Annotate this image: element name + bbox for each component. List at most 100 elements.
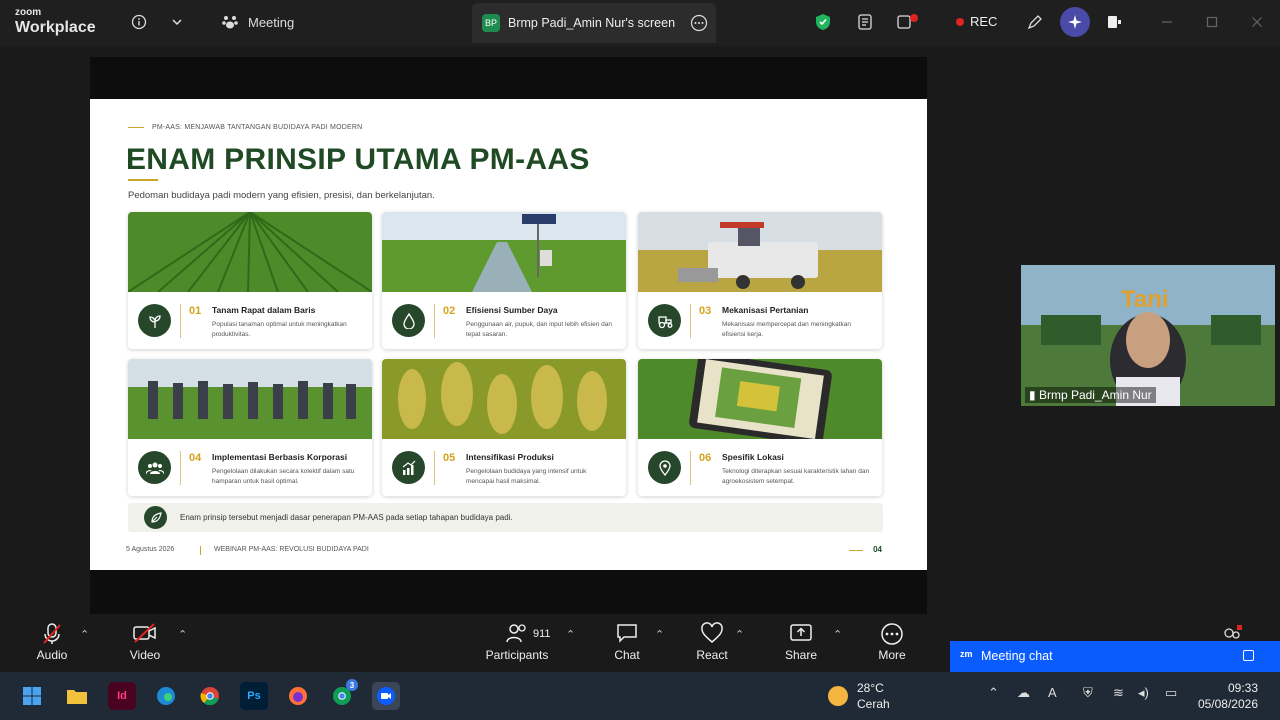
participants-count: 911 bbox=[533, 628, 551, 640]
recording-label[interactable]: REC bbox=[970, 14, 997, 29]
minimize-icon[interactable] bbox=[1155, 10, 1179, 34]
heart-icon bbox=[693, 622, 731, 648]
principle-card: 03 Mekanisasi Pertanian Mekanisasi mempe… bbox=[638, 212, 882, 349]
temperature: 28°C bbox=[857, 681, 884, 695]
chrome-profile-icon[interactable]: 3 bbox=[328, 679, 358, 710]
card-title: Tanam Rapat dalam Baris bbox=[212, 305, 316, 315]
video-options-chevron-icon[interactable]: ⌃ bbox=[178, 628, 187, 641]
shared-screen-tab[interactable]: BP Brmp Padi_Amin Nur's screen bbox=[472, 3, 716, 43]
side-panel-icon[interactable] bbox=[1102, 10, 1126, 34]
onedrive-icon[interactable]: ☁ bbox=[1017, 685, 1030, 701]
card-divider bbox=[434, 304, 435, 338]
principle-card: 05 Intensifikasi Produksi Pengelolaan bu… bbox=[382, 359, 626, 496]
meeting-label[interactable]: Meeting bbox=[248, 15, 294, 30]
system-clock[interactable]: 09:33 05/08/2026 bbox=[1198, 680, 1258, 712]
indesign-icon[interactable]: Id bbox=[108, 682, 136, 710]
growth-chart-icon bbox=[392, 451, 425, 484]
page-number-line bbox=[849, 550, 863, 551]
share-screen-icon bbox=[782, 622, 820, 648]
card-number: 03 bbox=[699, 305, 712, 317]
chevron-down-icon[interactable] bbox=[165, 10, 189, 34]
participant-name: ▮ Brmp Padi_Amin Nur bbox=[1025, 387, 1156, 403]
clock-date: 05/08/2026 bbox=[1197, 697, 1258, 712]
chrome-badge: 3 bbox=[346, 679, 358, 691]
annotate-pen-icon[interactable] bbox=[1023, 10, 1047, 34]
clock-time: 09:33 bbox=[1227, 681, 1258, 695]
react-options-chevron-icon[interactable]: ⌃ bbox=[735, 628, 744, 641]
more-options-icon[interactable] bbox=[687, 11, 711, 35]
chat-button[interactable]: Chat bbox=[609, 622, 645, 662]
rice-grain-photo bbox=[382, 359, 626, 439]
group-icon bbox=[138, 451, 171, 484]
share-options-chevron-icon[interactable]: ⌃ bbox=[833, 628, 842, 641]
wifi-icon[interactable]: ≋ bbox=[1113, 685, 1124, 701]
more-button[interactable]: More bbox=[874, 622, 910, 662]
zoom-taskbar-icon[interactable] bbox=[372, 682, 400, 710]
language-icon[interactable]: A bbox=[1048, 685, 1057, 700]
presentation-slide: PM-AAS: MENJAWAB TANTANGAN BUDIDAYA PADI… bbox=[90, 99, 927, 570]
participant-video-tile[interactable]: Tani ▮ Brmp Padi_Amin Nur bbox=[1021, 265, 1275, 406]
video-off-icon bbox=[127, 622, 163, 648]
share-title: Brmp Padi_Amin Nur's screen bbox=[508, 16, 676, 30]
windows-taskbar: Id Ps 3 28°C Cerah ⌃ ☁ A ⛨ ≋ ◂) ▭ 09:33 … bbox=[0, 672, 1280, 720]
slide-subtitle: Pedoman budidaya padi modern yang efisie… bbox=[128, 190, 435, 201]
audio-label: Audio bbox=[36, 648, 68, 662]
card-divider bbox=[180, 304, 181, 338]
paw-icon bbox=[218, 10, 242, 34]
audio-button[interactable]: Audio bbox=[34, 622, 70, 662]
card-description: Mekanisasi mempercepat dan meningkatkan … bbox=[722, 321, 851, 338]
title-bar: zoom Workplace Meeting BP Brmp Padi_Amin… bbox=[0, 0, 1280, 46]
volume-icon[interactable]: ◂) bbox=[1138, 685, 1149, 701]
info-icon[interactable] bbox=[127, 10, 151, 34]
participants-options-chevron-icon[interactable]: ⌃ bbox=[566, 628, 575, 641]
participant-name-text: Brmp Padi_Amin Nur bbox=[1038, 388, 1152, 402]
photoshop-icon[interactable]: Ps bbox=[240, 682, 268, 710]
chrome-icon[interactable] bbox=[196, 682, 224, 710]
page-number: 04 bbox=[873, 545, 882, 554]
close-icon[interactable] bbox=[1245, 10, 1269, 34]
participants-label: Participants bbox=[485, 648, 549, 662]
chat-options-chevron-icon[interactable]: ⌃ bbox=[655, 628, 664, 641]
rice-rows-photo bbox=[128, 212, 372, 292]
video-button[interactable]: Video bbox=[127, 622, 163, 662]
location-pin-icon bbox=[648, 451, 681, 484]
card-divider bbox=[434, 451, 435, 485]
security-icon[interactable]: ⛨ bbox=[1083, 685, 1093, 701]
shield-icon[interactable] bbox=[811, 10, 835, 34]
react-button[interactable]: React bbox=[693, 622, 731, 662]
card-description: Teknologi diterapkan sesuai karakteristi… bbox=[722, 468, 870, 485]
expand-chat-icon[interactable] bbox=[1243, 650, 1254, 661]
brand-large: Workplace bbox=[15, 19, 96, 36]
more-dots-icon bbox=[874, 622, 910, 648]
card-divider bbox=[690, 451, 691, 485]
windows-start-icon[interactable] bbox=[18, 682, 46, 710]
audio-options-chevron-icon[interactable]: ⌃ bbox=[80, 628, 89, 641]
share-button[interactable]: Share bbox=[782, 622, 820, 662]
ai-companion-icon[interactable] bbox=[1060, 7, 1090, 37]
tray-overflow-chevron-icon[interactable]: ⌃ bbox=[988, 685, 999, 701]
meeting-chat-bar[interactable]: zm Meeting chat bbox=[950, 641, 1280, 672]
tractor-icon bbox=[648, 304, 681, 337]
edge-icon[interactable] bbox=[152, 682, 180, 710]
firefox-icon[interactable] bbox=[284, 682, 312, 710]
slide-title: ENAM PRINSIP UTAMA PM-AAS bbox=[126, 143, 590, 176]
chat-icon bbox=[609, 622, 645, 648]
apps-icon[interactable] bbox=[895, 10, 919, 34]
notes-icon[interactable] bbox=[853, 10, 877, 34]
card-title: Spesifik Lokasi bbox=[722, 452, 784, 462]
weather-condition: Cerah bbox=[857, 697, 890, 711]
card-number: 02 bbox=[443, 305, 456, 317]
file-explorer-icon[interactable] bbox=[63, 682, 91, 710]
card-divider bbox=[690, 304, 691, 338]
signal-bars-icon: ▮ bbox=[1029, 388, 1036, 402]
chat-label: Chat bbox=[614, 648, 640, 662]
principle-card: 02 Efisiensi Sumber Daya Penggunaan air,… bbox=[382, 212, 626, 349]
footer-separator bbox=[200, 546, 201, 555]
card-description: Pengelolaan budidaya yang intensif untuk… bbox=[466, 468, 587, 485]
seedling-icon bbox=[138, 304, 171, 337]
battery-icon[interactable]: ▭ bbox=[1165, 685, 1177, 701]
footer-event: WEBINAR PM-AAS: REVOLUSI BUDIDAYA PADI bbox=[214, 546, 369, 553]
footer-date: 5 Agustus 2026 bbox=[126, 546, 175, 553]
restore-icon[interactable] bbox=[1200, 10, 1224, 34]
tablet-map-photo bbox=[638, 359, 882, 439]
